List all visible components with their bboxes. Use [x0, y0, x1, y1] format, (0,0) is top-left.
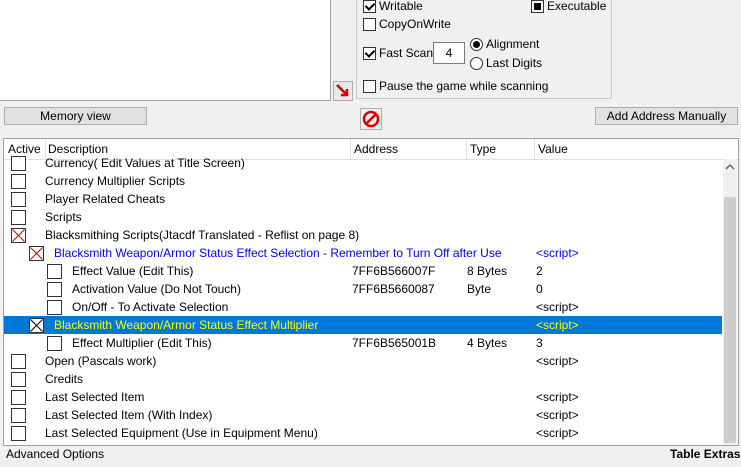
row-value[interactable]: <script> — [536, 390, 579, 404]
row-description: Last Selected Item (With Index) — [45, 408, 213, 422]
no-entry-icon — [362, 110, 380, 128]
active-checkbox[interactable] — [47, 282, 62, 297]
row-address[interactable]: 7FF6B5660087 — [352, 282, 435, 296]
row-address[interactable]: 7FF6B566007F — [352, 264, 435, 278]
table-row[interactable]: Effect Value (Edit This) 7FF6B566007F 8 … — [4, 262, 722, 280]
pause-game-checkbox[interactable] — [363, 80, 376, 93]
copy-on-write-checkbox[interactable] — [363, 18, 376, 31]
table-row[interactable]: Last Selected Item <script> — [4, 388, 722, 406]
copy-on-write-label: CopyOnWrite — [379, 17, 451, 31]
row-value[interactable]: <script> — [536, 318, 579, 332]
active-checkbox[interactable] — [11, 192, 26, 207]
executable-label: Executable — [547, 0, 607, 13]
row-type[interactable]: 4 Bytes — [467, 336, 507, 350]
active-checkbox[interactable] — [47, 300, 62, 315]
add-to-list-button[interactable] — [333, 81, 353, 101]
executable-checkbox[interactable] — [531, 0, 544, 13]
table-row[interactable]: Open (Pascals work) <script> — [4, 352, 722, 370]
row-description: Credits — [45, 372, 84, 386]
memory-view-button[interactable]: Memory view — [4, 107, 147, 125]
row-value[interactable]: <script> — [536, 246, 579, 260]
table-rows: Currency( Edit Values at Title Screen) C… — [4, 154, 722, 442]
cheat-table[interactable]: Active Description Address Type Value Cu… — [3, 138, 739, 446]
active-checkbox-checked[interactable] — [29, 318, 44, 333]
row-description: Player Related Cheats — [45, 192, 166, 206]
fast-scan-checkbox[interactable] — [363, 47, 376, 60]
red-arrow-icon — [336, 84, 349, 97]
active-checkbox[interactable] — [11, 390, 26, 405]
splitter-grip[interactable] — [358, 131, 382, 142]
table-row-selected[interactable]: Blacksmith Weapon/Armor Status Effect Mu… — [4, 316, 722, 334]
row-description: Scripts — [45, 210, 82, 224]
active-checkbox[interactable] — [47, 264, 62, 279]
row-value[interactable]: 0 — [536, 282, 543, 296]
row-value[interactable]: 3 — [536, 336, 543, 350]
row-value[interactable]: 2 — [536, 264, 543, 278]
row-description: Activation Value (Do Not Touch) — [72, 282, 241, 296]
pause-game-label: Pause the game while scanning — [379, 79, 549, 93]
status-footer: Advanced Options Table Extras — [0, 446, 741, 467]
active-checkbox[interactable] — [11, 174, 26, 189]
row-description: Blacksmith Weapon/Armor Status Effect Se… — [54, 246, 502, 260]
vertical-scrollbar[interactable] — [723, 159, 737, 445]
row-description: Currency Multiplier Scripts — [45, 174, 186, 188]
fast-scan-alignment-input[interactable]: 4 — [433, 42, 465, 64]
last-digits-label: Last Digits — [486, 56, 543, 70]
table-row[interactable]: On/Off - To Activate Selection <script> — [4, 298, 722, 316]
row-description: On/Off - To Activate Selection — [72, 300, 229, 314]
active-checkbox[interactable] — [47, 336, 62, 351]
add-address-manually-button[interactable]: Add Address Manually — [595, 107, 738, 125]
alignment-label: Alignment — [486, 37, 540, 51]
found-addresses-list[interactable] — [0, 0, 331, 101]
row-type[interactable]: 8 Bytes — [467, 264, 507, 278]
active-checkbox[interactable] — [11, 372, 26, 387]
row-description: Last Selected Item — [45, 390, 145, 404]
header-overlay — [4, 139, 738, 159]
writable-label: Writable — [379, 0, 423, 13]
clear-list-button[interactable] — [360, 108, 382, 130]
active-checkbox-checked[interactable] — [11, 228, 26, 243]
row-value[interactable]: <script> — [536, 426, 579, 440]
table-row[interactable]: Activation Value (Do Not Touch) 7FF6B566… — [4, 280, 722, 298]
table-row[interactable]: Last Selected Item (With Index) <script> — [4, 406, 722, 424]
active-checkbox[interactable] — [11, 210, 26, 225]
scroll-up-button[interactable] — [723, 159, 737, 175]
writable-checkbox[interactable] — [363, 0, 376, 13]
fast-scan-label: Fast Scan — [379, 46, 434, 60]
table-row[interactable]: Blacksmith Weapon/Armor Status Effect Se… — [4, 244, 722, 262]
row-description: Last Selected Equipment (Use in Equipmen… — [45, 426, 318, 440]
row-value[interactable]: <script> — [536, 408, 579, 422]
alignment-radio[interactable] — [470, 38, 483, 51]
table-row[interactable]: Scripts — [4, 208, 722, 226]
advanced-options-link[interactable]: Advanced Options — [6, 447, 104, 461]
scrollbar-thumb[interactable] — [724, 197, 736, 443]
row-description: Effect Value (Edit This) — [72, 264, 194, 278]
table-row[interactable]: Credits — [4, 370, 722, 388]
table-row[interactable]: Last Selected Equipment (Use in Equipmen… — [4, 424, 722, 442]
active-checkbox[interactable] — [11, 408, 26, 423]
table-extras-link[interactable]: Table Extras — [670, 447, 740, 461]
row-description: Effect Multiplier (Edit This) — [72, 336, 212, 350]
row-value[interactable]: <script> — [536, 354, 579, 368]
table-row[interactable]: Player Related Cheats — [4, 190, 722, 208]
table-row[interactable]: Effect Multiplier (Edit This) 7FF6B56500… — [4, 334, 722, 352]
chevron-up-icon — [725, 163, 735, 170]
last-digits-radio[interactable] — [470, 57, 483, 70]
row-value[interactable]: <script> — [536, 300, 579, 314]
row-description: Blacksmithing Scripts(Jtacdf Translated … — [45, 228, 360, 242]
active-checkbox[interactable] — [11, 426, 26, 441]
row-description: Blacksmith Weapon/Armor Status Effect Mu… — [54, 318, 319, 332]
row-address[interactable]: 7FF6B565001B — [352, 336, 436, 350]
table-row[interactable]: Blacksmithing Scripts(Jtacdf Translated … — [4, 226, 722, 244]
active-checkbox-checked[interactable] — [29, 246, 44, 261]
table-row[interactable]: Currency Multiplier Scripts — [4, 172, 722, 190]
active-checkbox[interactable] — [11, 354, 26, 369]
row-description: Open (Pascals work) — [45, 354, 157, 368]
row-type[interactable]: Byte — [467, 282, 491, 296]
